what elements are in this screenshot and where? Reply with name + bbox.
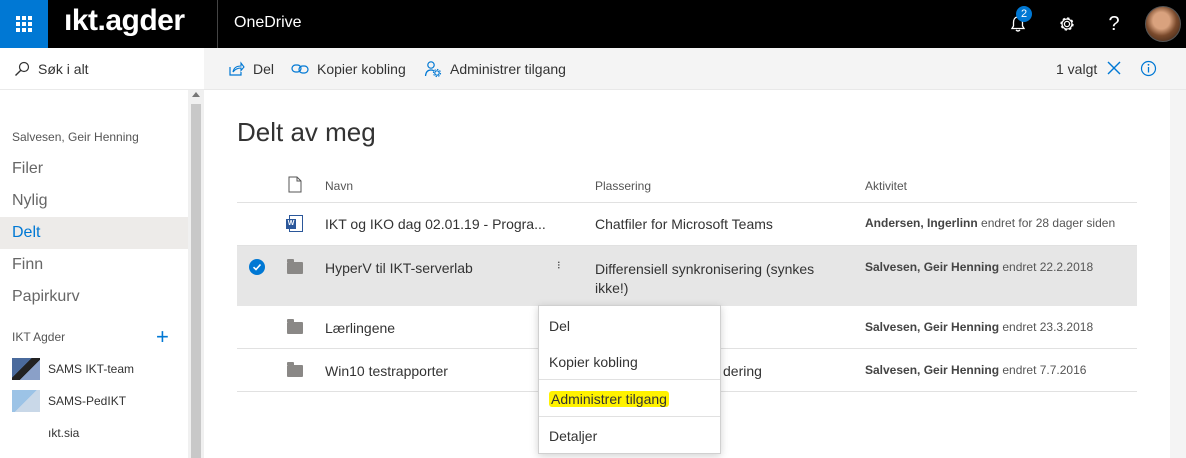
clear-selection-button[interactable] bbox=[1106, 60, 1122, 81]
scroll-up-icon[interactable] bbox=[192, 92, 200, 97]
nav-item-shared[interactable]: Delt bbox=[0, 217, 188, 249]
file-location[interactable]: dering bbox=[723, 363, 762, 379]
word-file-icon: W bbox=[286, 215, 303, 232]
site-item-ikt-sia[interactable]: ıkt.sia bbox=[12, 419, 188, 447]
table-row-selected[interactable]: HyperV til IKT-serverlab ··· Differensie… bbox=[237, 246, 1137, 306]
menu-item-label-highlighted: Administrer tilgang bbox=[549, 391, 669, 407]
checkmark-icon bbox=[252, 263, 262, 271]
site-logo-icon bbox=[12, 422, 40, 444]
command-bar: Del Kopier kobling Administrer tilgang 1… bbox=[204, 48, 1186, 90]
nav-scrollbar[interactable] bbox=[188, 90, 204, 458]
search-label: Søk i alt bbox=[38, 60, 89, 77]
page-title: Delt av meg bbox=[237, 117, 376, 147]
file-name[interactable]: HyperV til IKT-serverlab bbox=[325, 260, 473, 276]
app-launcher-button[interactable] bbox=[0, 0, 48, 48]
site-label: ıkt.sia bbox=[48, 426, 80, 440]
manage-access-label: Administrer tilgang bbox=[450, 61, 566, 77]
site-label: SAMS-PedIKT bbox=[48, 394, 127, 408]
waffle-icon bbox=[16, 16, 32, 32]
scrollbar-thumb[interactable] bbox=[191, 104, 201, 458]
share-label: Del bbox=[253, 61, 275, 77]
help-icon: ? bbox=[1108, 12, 1120, 35]
file-activity: Salvesen, Geir Henning endret 7.7.2016 bbox=[865, 363, 1087, 377]
copy-link-label: Kopier kobling bbox=[317, 61, 406, 77]
file-location[interactable]: Chatfiler for Microsoft Teams bbox=[595, 216, 773, 232]
file-name[interactable]: Lærlingene bbox=[325, 320, 395, 336]
selection-count: 1 valgt bbox=[1056, 61, 1098, 77]
manage-access-button[interactable]: Administrer tilgang bbox=[424, 48, 566, 90]
app-name[interactable]: OneDrive bbox=[234, 14, 302, 32]
add-site-button[interactable]: + bbox=[156, 324, 169, 350]
copy-link-button[interactable]: Kopier kobling bbox=[291, 48, 406, 90]
table-row[interactable]: W IKT og IKO dag 02.01.19 - Progra... Ch… bbox=[237, 203, 1137, 246]
menu-divider bbox=[539, 416, 720, 417]
header-divider bbox=[217, 0, 218, 48]
file-activity: Salvesen, Geir Henning endret 22.2.2018 bbox=[865, 260, 1094, 274]
column-header-location[interactable]: Plassering bbox=[595, 179, 651, 193]
notifications-button[interactable]: 2 bbox=[994, 0, 1042, 48]
nav-item-discover[interactable]: Finn bbox=[0, 249, 188, 281]
file-name[interactable]: IKT og IKO dag 02.01.19 - Progra... bbox=[325, 216, 546, 232]
notification-badge: 2 bbox=[1016, 6, 1032, 22]
file-type-column-icon[interactable] bbox=[288, 176, 302, 193]
row-checkbox[interactable] bbox=[249, 259, 265, 275]
user-settings-icon bbox=[424, 61, 442, 78]
menu-divider bbox=[539, 379, 720, 380]
suite-header: ıkt.agder OneDrive 2 ? bbox=[0, 0, 1186, 48]
left-navigation: Søk i alt Salvesen, Geir Henning Filer N… bbox=[0, 48, 204, 458]
search-icon bbox=[15, 61, 30, 76]
file-name[interactable]: Win10 testrapporter bbox=[325, 363, 448, 379]
folder-icon bbox=[287, 319, 303, 334]
site-thumbnail bbox=[12, 358, 40, 380]
nav-item-recycle-bin[interactable]: Papirkurv bbox=[0, 281, 188, 313]
more-actions-button[interactable]: ··· bbox=[552, 260, 568, 268]
help-button[interactable]: ? bbox=[1090, 0, 1138, 48]
site-thumbnail bbox=[12, 390, 40, 412]
file-activity: Salvesen, Geir Henning endret 23.3.2018 bbox=[865, 320, 1094, 334]
folder-icon bbox=[287, 362, 303, 377]
details-pane-button[interactable] bbox=[1140, 60, 1157, 82]
main-scrollbar[interactable] bbox=[1170, 90, 1186, 458]
nav-item-recent[interactable]: Nylig bbox=[0, 185, 188, 217]
link-icon bbox=[291, 64, 309, 74]
info-icon bbox=[1140, 60, 1157, 77]
file-activity: Andersen, Ingerlinn endret for 28 dager … bbox=[865, 216, 1116, 230]
menu-item-copy-link[interactable]: Kopier kobling bbox=[539, 344, 720, 380]
share-button[interactable]: Del bbox=[228, 48, 274, 90]
settings-button[interactable] bbox=[1043, 0, 1091, 48]
file-location[interactable]: Differensiell synkronisering (synkes ikk… bbox=[595, 260, 835, 298]
nav-item-files[interactable]: Filer bbox=[0, 153, 188, 185]
nav-section-org: IKT Agder bbox=[12, 330, 66, 344]
site-item-sams-ikt-team[interactable]: SAMS IKT-team bbox=[12, 355, 188, 383]
menu-item-details[interactable]: Detaljer bbox=[539, 418, 720, 454]
close-icon bbox=[1107, 61, 1121, 75]
menu-item-manage-access[interactable]: Administrer tilgang bbox=[539, 381, 720, 417]
column-header-activity[interactable]: Aktivitet bbox=[865, 179, 907, 193]
menu-item-share[interactable]: Del bbox=[539, 308, 720, 344]
user-avatar[interactable] bbox=[1145, 6, 1181, 42]
column-header-name[interactable]: Navn bbox=[325, 179, 353, 193]
search-box[interactable]: Søk i alt bbox=[0, 48, 204, 90]
site-item-sams-pedikt[interactable]: SAMS-PedIKT bbox=[12, 387, 188, 415]
nav-section-user: Salvesen, Geir Henning bbox=[12, 130, 139, 144]
context-menu: Del Kopier kobling Administrer tilgang D… bbox=[538, 305, 721, 454]
folder-icon bbox=[287, 259, 303, 274]
share-icon bbox=[229, 61, 245, 76]
gear-icon bbox=[1060, 17, 1074, 31]
brand-logo[interactable]: ıkt.agder bbox=[64, 4, 185, 38]
site-label: SAMS IKT-team bbox=[48, 362, 135, 376]
